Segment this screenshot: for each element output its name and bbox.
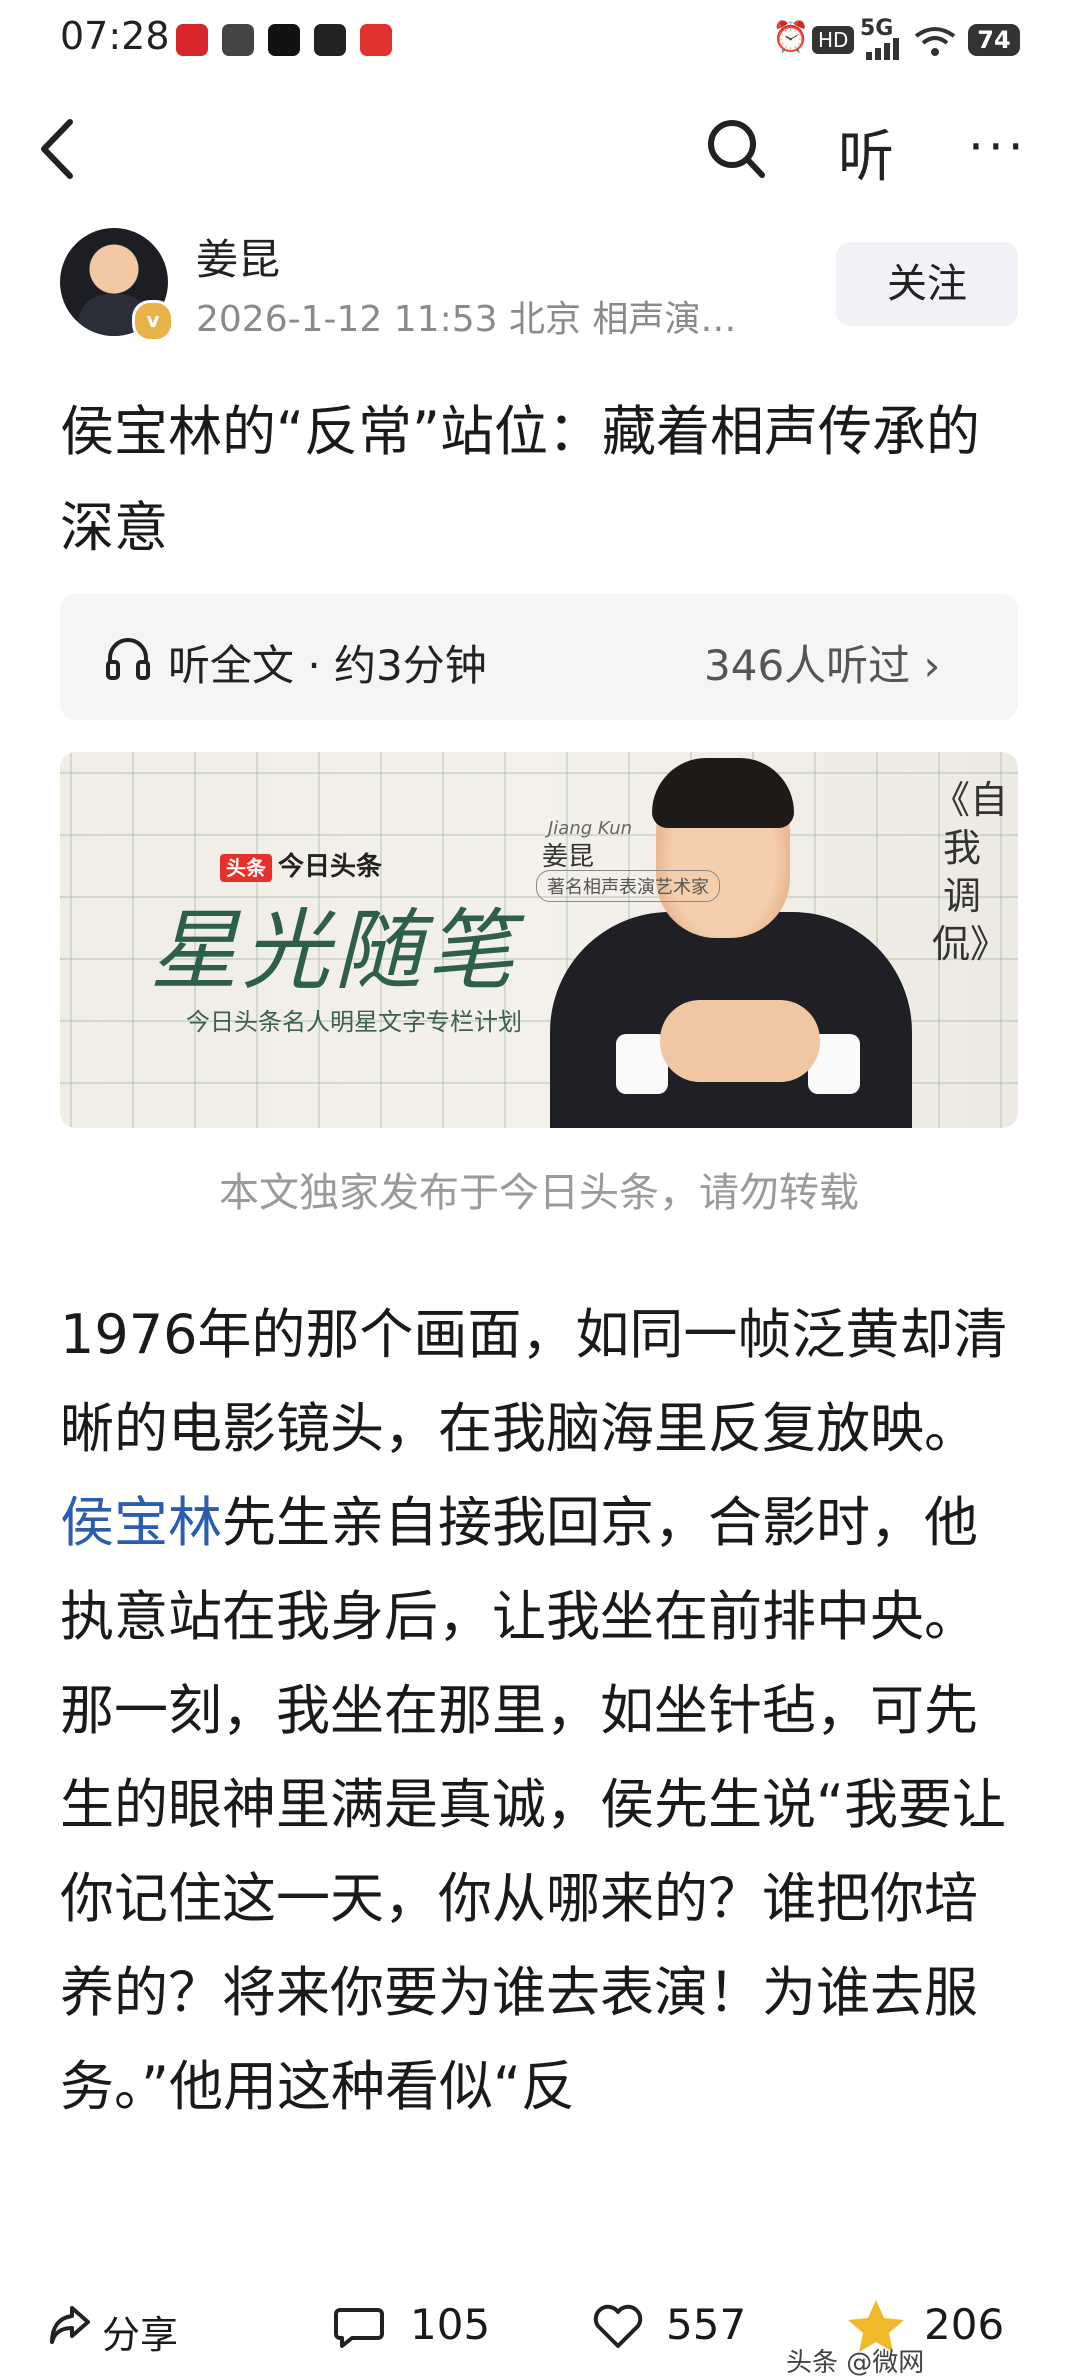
share-button[interactable]: 分享 [102, 2304, 178, 2359]
favorite-count[interactable]: 206 [924, 2300, 1004, 2349]
listen-count[interactable]: 346人听过 › [704, 632, 940, 693]
listen-button[interactable]: 听 [838, 112, 894, 193]
article-title: 侯宝林的“反常”站位：藏着相声传承的深意 [60, 400, 980, 559]
link-app-icon [222, 24, 254, 56]
like-count[interactable]: 557 [666, 2300, 746, 2349]
message-app-icon [360, 24, 392, 56]
status-bar: 07:28 ⏰ HD 5G 74 [0, 0, 1080, 84]
article-banner-image: 头条 今日头条 星光随笔 今日头条名人明星文字专栏计划 Jiang Kun 姜昆 … [60, 752, 1018, 1128]
article-body: 1976年的那个画面，如同一帧泛黄却清晰的电影镜头，在我脑海里反复放映。侯宝林先… [60, 1303, 1008, 2118]
banner-vertical-text: 《自我调侃》 [932, 778, 1009, 966]
listen-full-label[interactable]: 听全文 · 约3分钟 [168, 632, 487, 693]
netease-news-icon [176, 24, 208, 56]
person-link[interactable]: 侯宝林 [60, 1491, 222, 1554]
status-time: 07:28 [60, 14, 170, 58]
alarm-icon: ⏰ [772, 20, 810, 55]
like-icon[interactable] [592, 2304, 644, 2350]
banner-name: 姜昆 [542, 842, 595, 872]
hd-icon: HD [812, 26, 855, 54]
search-icon[interactable] [706, 118, 766, 180]
comment-icon[interactable] [334, 2306, 384, 2350]
video-app-icon [314, 24, 346, 56]
back-icon[interactable] [36, 118, 76, 180]
headphone-icon [106, 638, 150, 680]
tiktok-icon [268, 24, 300, 56]
banner-logo: 头条 今日头条 [220, 846, 382, 883]
verified-badge-icon: v [132, 300, 174, 342]
post-meta: 2026-1-12 11:53 北京 相声演… [196, 299, 737, 340]
battery-indicator: 74 [968, 24, 1020, 56]
wifi-icon [914, 27, 956, 56]
author-name[interactable]: 姜昆 [196, 226, 280, 287]
follow-button[interactable]: 关注 [836, 242, 1018, 326]
comment-count[interactable]: 105 [410, 2300, 490, 2349]
signal-icon [866, 38, 899, 60]
banner-subtitle: 今日头条名人明星文字专栏计划 [186, 1008, 522, 1036]
watermark: 头条 @微网 [786, 2348, 925, 2378]
more-button[interactable]: ··· [968, 118, 1028, 176]
image-caption: 本文独家发布于今日头条，请勿转载 [219, 1170, 859, 1216]
banner-title: 星光随笔 [150, 899, 519, 1002]
share-icon[interactable] [48, 2304, 92, 2346]
banner-role: 著名相声表演艺术家 [536, 870, 720, 902]
